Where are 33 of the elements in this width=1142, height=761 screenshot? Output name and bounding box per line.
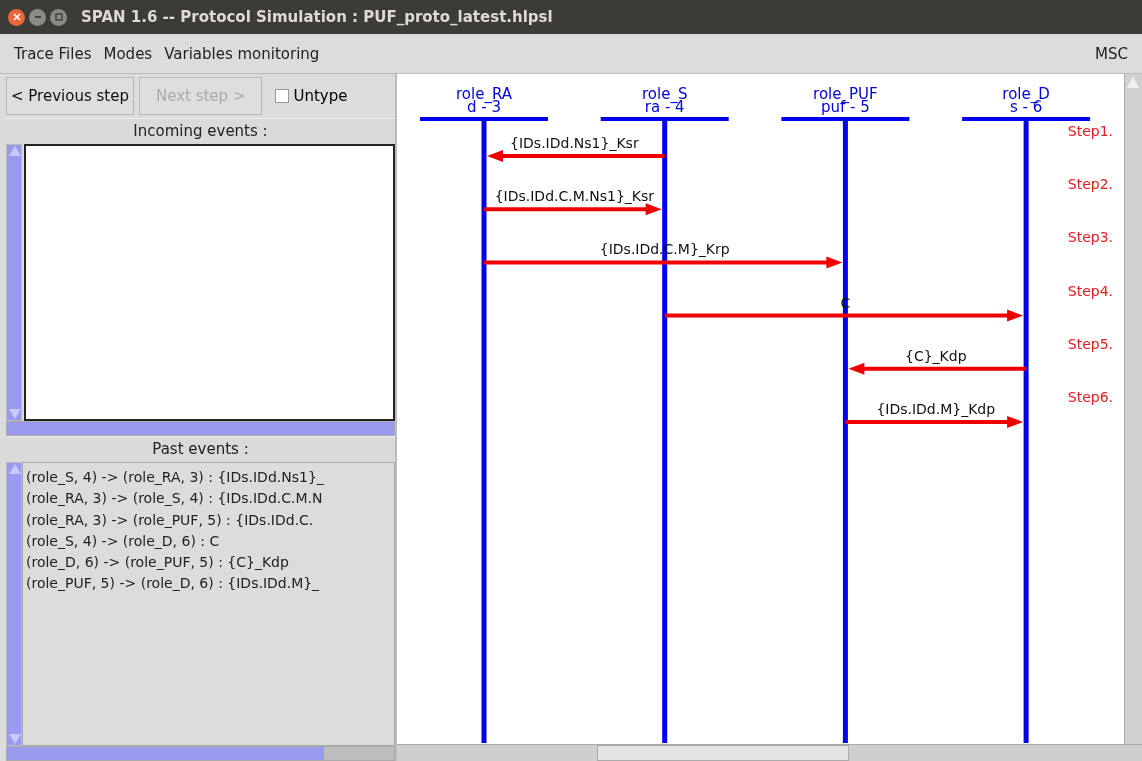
menu-item[interactable]: Variables monitoring: [164, 44, 320, 63]
menu-item[interactable]: Trace Files: [14, 44, 92, 63]
menu-item[interactable]: MSC: [1095, 44, 1128, 63]
event-item[interactable]: (role_S, 4) -> (role_RA, 3) : {IDs.IDd.Ns1}_: [26, 467, 394, 489]
scrollbar[interactable]: [6, 421, 395, 436]
checkbox[interactable]: [275, 89, 290, 103]
scrollbar[interactable]: [6, 462, 22, 746]
event-item[interactable]: (role_PUF, 5) -> (role_D, 6) : {IDs.IDd.M}_: [26, 573, 394, 595]
close-icon[interactable]: [8, 8, 25, 26]
scrollbar[interactable]: [6, 746, 395, 761]
scrollbar[interactable]: [6, 144, 22, 421]
window-title: SPAN 1.6 -- Protocol Simulation : PUF_proto_latest.hlpsl: [81, 8, 553, 26]
message-label: {IDs.IDd.Ns1}_Ksr: [510, 135, 639, 151]
step-label: Step6.: [1067, 389, 1113, 405]
message-label: {IDs.IDd.M}_Kdp: [876, 401, 996, 417]
message-label: {IDs.IDd.C.M.Ns1}_Ksr: [494, 188, 655, 205]
step-label: Step4.: [1067, 282, 1113, 299]
checkbox-label: Untype: [293, 87, 348, 105]
incoming-events-list[interactable]: [24, 144, 395, 421]
step-label: Step5.: [1067, 335, 1113, 352]
menu-item[interactable]: Modes: [103, 44, 153, 63]
event-item[interactable]: (role_S, 4) -> (role_D, 6) : C: [26, 530, 394, 553]
step-label: Step3.: [1067, 229, 1113, 246]
step-label: Step2.: [1067, 176, 1113, 193]
maximize-icon[interactable]: [50, 8, 67, 26]
scrollbar[interactable]: [1124, 74, 1142, 744]
event-item[interactable]: (role_D, 6) -> (role_PUF, 5) : {C}_Kdp: [26, 552, 394, 574]
step-label: Step1.: [1067, 123, 1113, 139]
event-item[interactable]: (role_RA, 3) -> (role_S, 4) : {IDs.IDd.C.M.N: [26, 488, 394, 510]
scrollbar[interactable]: [397, 744, 1142, 761]
message-label: {C}_Kdp: [905, 347, 967, 364]
event-item[interactable]: (role_RA, 3) -> (role_PUF, 5) : {IDs.IDd.C.: [26, 509, 394, 531]
step-button[interactable]: < Previous step: [6, 77, 134, 115]
